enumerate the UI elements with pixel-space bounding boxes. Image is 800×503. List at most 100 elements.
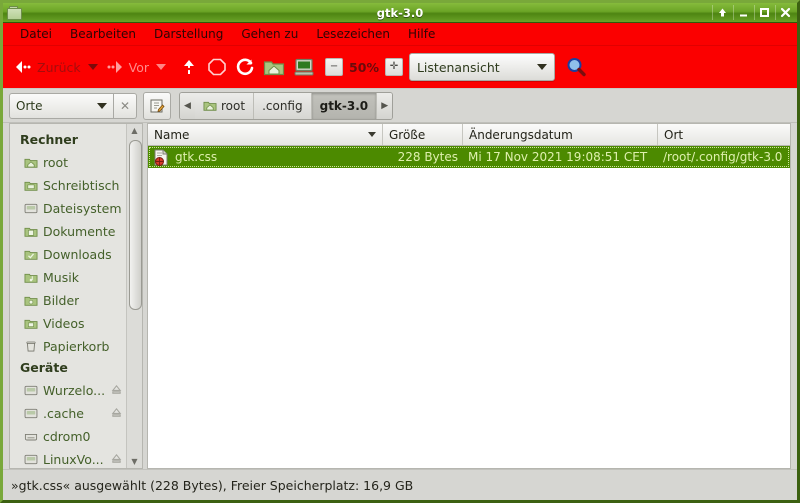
stop-button[interactable]	[203, 50, 231, 84]
computer-button[interactable]	[289, 50, 319, 84]
status-text: »gtk.css« ausgewählt (228 Bytes), Freier…	[11, 477, 414, 493]
sidebar-item-label: Musik	[43, 270, 79, 285]
eject-icon[interactable]	[111, 452, 122, 467]
sidebar-item-schreibtisch[interactable]: Schreibtisch	[10, 174, 126, 197]
toolbar: Zurück Vor − 50% ✛ Listenansicht	[3, 46, 797, 89]
places-combo[interactable]: Orte	[9, 92, 114, 119]
column-label: Ort	[664, 127, 684, 142]
breadcrumb-item-gtk-3-0[interactable]: gtk-3.0	[311, 92, 378, 119]
menu-hilfe[interactable]: Hilfe	[399, 25, 444, 43]
eject-icon[interactable]	[111, 406, 122, 421]
breadcrumb-next-button[interactable]: ▶	[377, 92, 393, 119]
view-mode-combo[interactable]: Listenansicht	[408, 53, 555, 81]
eject-icon[interactable]	[111, 383, 122, 398]
places-clear-button[interactable]: ✕	[114, 92, 137, 119]
file-list-rows: gtk.css 228 Bytes Mi 17 Nov 2021 19:08:5…	[148, 146, 790, 468]
home-button[interactable]	[259, 50, 289, 84]
back-button[interactable]: Zurück	[9, 50, 85, 84]
sidebar-item-papierkorb[interactable]: Papierkorb	[10, 335, 126, 358]
window-controls	[712, 5, 797, 20]
zoom-in-button[interactable]: ✛	[384, 58, 403, 76]
sidebar-item-videos[interactable]: Videos	[10, 312, 126, 335]
css-file-icon	[154, 149, 168, 166]
shade-button[interactable]	[712, 5, 731, 20]
drive-icon	[24, 408, 38, 419]
stop-icon	[208, 58, 226, 76]
scroll-down-arrow-icon[interactable]: ▼	[127, 455, 142, 468]
menu-gehen-zu[interactable]: Gehen zu	[232, 25, 307, 43]
sidebar-item-dokumente[interactable]: Dokumente	[10, 220, 126, 243]
menu-bar: Datei Bearbeiten Darstellung Gehen zu Le…	[3, 23, 797, 46]
up-button[interactable]	[175, 50, 203, 84]
main-area: Rechner root Schreibtisch Dateisystem Do…	[3, 123, 797, 469]
drive-icon	[24, 454, 38, 465]
breadcrumb-prev-button[interactable]: ◀	[180, 92, 195, 119]
column-header-location[interactable]: Ort	[658, 124, 790, 145]
breadcrumb-label: gtk-3.0	[319, 98, 369, 113]
places-group-title: Geräte	[20, 360, 68, 375]
breadcrumb-label: root	[221, 98, 246, 113]
file-list-pane: Name Größe Änderungsdatum Ort gtk.css 22…	[147, 123, 791, 469]
documents-folder-icon	[24, 227, 38, 237]
drive-icon	[24, 203, 38, 214]
sidebar-item-dateisystem[interactable]: Dateisystem	[10, 197, 126, 220]
scroll-up-arrow-icon[interactable]: ▲	[127, 124, 142, 137]
column-header-size[interactable]: Größe	[383, 124, 463, 145]
sidebar-item-downloads[interactable]: Downloads	[10, 243, 126, 266]
search-button[interactable]	[561, 50, 591, 84]
forward-label: Vor	[128, 59, 150, 75]
forward-button[interactable]: Vor	[101, 50, 153, 84]
title-bar[interactable]: gtk-3.0	[3, 3, 797, 23]
sidebar-item-label: Downloads	[43, 247, 112, 262]
edit-path-button[interactable]	[143, 91, 171, 120]
forward-history-caret[interactable]	[156, 64, 167, 70]
minimize-button[interactable]	[733, 5, 752, 20]
sidebar-item-label: Schreibtisch	[43, 178, 120, 193]
column-header-name[interactable]: Name	[148, 124, 383, 145]
zoom-out-button[interactable]: −	[325, 58, 344, 76]
chevron-down-icon	[97, 102, 107, 109]
maximize-button[interactable]	[754, 5, 773, 20]
close-button[interactable]	[775, 5, 794, 20]
home-folder-icon	[263, 61, 285, 76]
sidebar-item-cache[interactable]: .cache	[10, 402, 126, 425]
path-bar-row: Orte ✕ ◀ root .config gtk-3.0 ▶	[3, 89, 797, 123]
status-bar: »gtk.css« ausgewählt (228 Bytes), Freier…	[3, 469, 797, 500]
breadcrumb-label: .config	[262, 98, 303, 113]
sidebar-item-bilder[interactable]: Bilder	[10, 289, 126, 312]
zoom-level: 50%	[349, 59, 379, 75]
menu-darstellung[interactable]: Darstellung	[145, 25, 232, 43]
sidebar-scrollbar-thumb[interactable]	[129, 140, 142, 310]
sidebar-item-root[interactable]: root	[10, 151, 126, 174]
home-folder-icon	[24, 158, 38, 168]
drive-icon	[24, 385, 38, 396]
column-header-modified[interactable]: Änderungsdatum	[463, 124, 658, 145]
sidebar-item-label: Videos	[43, 316, 85, 331]
sidebar-item-linuxvolume[interactable]: LinuxVo...	[10, 448, 126, 468]
sidebar-item-label: .cache	[43, 406, 84, 421]
back-history-caret[interactable]	[87, 64, 98, 70]
arrow-up-icon	[184, 60, 195, 74]
back-label: Zurück	[37, 59, 81, 75]
menu-lesezeichen[interactable]: Lesezeichen	[307, 25, 399, 43]
edit-path-icon	[150, 99, 165, 112]
sidebar-item-label: LinuxVo...	[43, 452, 104, 467]
breadcrumb: ◀ root .config gtk-3.0 ▶	[179, 91, 394, 120]
column-label: Name	[154, 127, 190, 142]
sidebar-item-wurzelordner[interactable]: Wurzelo...	[10, 379, 126, 402]
reload-button[interactable]	[231, 50, 259, 84]
file-list-header: Name Größe Änderungsdatum Ort	[148, 124, 790, 146]
places-selector: Orte ✕	[9, 92, 137, 119]
breadcrumb-item-root[interactable]: root	[195, 92, 255, 119]
downloads-folder-icon	[24, 250, 38, 260]
menu-bearbeiten[interactable]: Bearbeiten	[61, 25, 145, 43]
breadcrumb-item-config[interactable]: .config	[254, 92, 312, 119]
menu-datei[interactable]: Datei	[11, 25, 61, 43]
sidebar-item-label: Dokumente	[43, 224, 116, 239]
sidebar-item-label: cdrom0	[43, 429, 91, 444]
pictures-folder-icon	[24, 296, 38, 306]
sidebar-item-cdrom0[interactable]: cdrom0	[10, 425, 126, 448]
sidebar-scrollbar[interactable]: ▲ ▼	[126, 124, 142, 468]
table-row[interactable]: gtk.css 228 Bytes Mi 17 Nov 2021 19:08:5…	[148, 146, 790, 168]
sidebar-item-musik[interactable]: Musik	[10, 266, 126, 289]
